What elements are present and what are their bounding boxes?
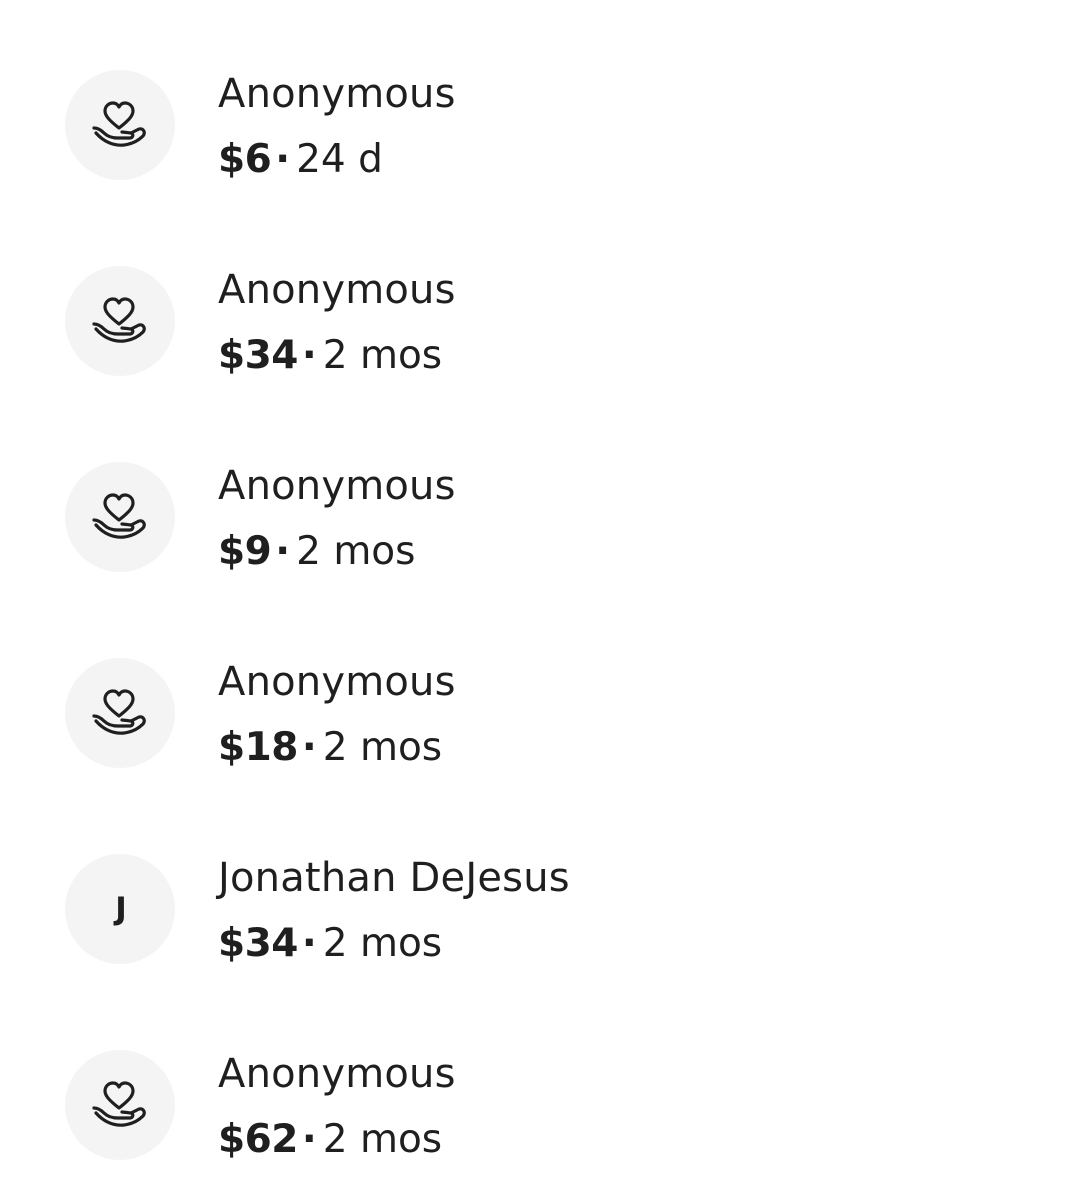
donation-time: 2 mos [322,921,443,966]
donation-amount: $62 [218,1117,298,1162]
separator: · [275,137,291,182]
separator: · [301,725,317,770]
donation-list: Anonymous $6 · 24 d Anonymous $34 · 2 mos An… [0,0,1070,1200]
donation-amount: $18 [218,725,298,770]
list-item: Anonymous $9 · 2 mos [0,392,1070,588]
donor-name: Anonymous [218,71,456,117]
list-item: Anonymous $62 · 2 mos [0,980,1070,1176]
donation-time: 2 mos [296,529,416,574]
donor-name: Anonymous [218,463,456,509]
list-item: Anonymous $34 · 2 mos [0,196,1070,392]
donation-meta: $9 · 2 mos [218,526,416,578]
avatar: J [65,854,175,964]
avatar [65,462,175,572]
separator: · [301,333,317,378]
donation-time: 2 mos [322,333,443,378]
hand-heart-icon [92,297,146,343]
list-item: Anonymous $6 · 24 d [0,0,1070,196]
donation-amount: $9 [218,529,272,574]
donation-time: 2 mos [322,725,443,770]
donor-name: Anonymous [218,659,456,705]
donation-meta: $6 · 24 d [218,134,383,186]
separator: · [301,921,317,966]
donation-meta: $34 · 2 mos [218,330,442,382]
list-item: J Jonathan DeJesus $34 · 2 mos [0,784,1070,980]
separator: · [301,1117,317,1162]
donation-amount: $34 [218,333,298,378]
avatar [65,1050,175,1160]
donor-name: Jonathan DeJesus [218,855,570,901]
donation-time: 2 mos [322,1117,443,1162]
donation-amount: $6 [218,137,272,182]
avatar [65,658,175,768]
hand-heart-icon [92,1081,146,1127]
donor-name: Anonymous [218,267,456,313]
donation-meta: $62 · 2 mos [218,1114,442,1166]
hand-heart-icon [92,101,146,147]
hand-heart-icon [92,689,146,735]
donation-time: 24 d [296,137,383,182]
donation-meta: $34 · 2 mos [218,918,442,970]
list-item: Anonymous $18 · 2 mos [0,588,1070,784]
donation-amount: $34 [218,921,298,966]
avatar [65,70,175,180]
avatar [65,266,175,376]
donor-name: Anonymous [218,1051,456,1097]
avatar-initial: J [115,890,127,927]
hand-heart-icon [92,493,146,539]
donation-meta: $18 · 2 mos [218,722,442,774]
separator: · [275,529,291,574]
